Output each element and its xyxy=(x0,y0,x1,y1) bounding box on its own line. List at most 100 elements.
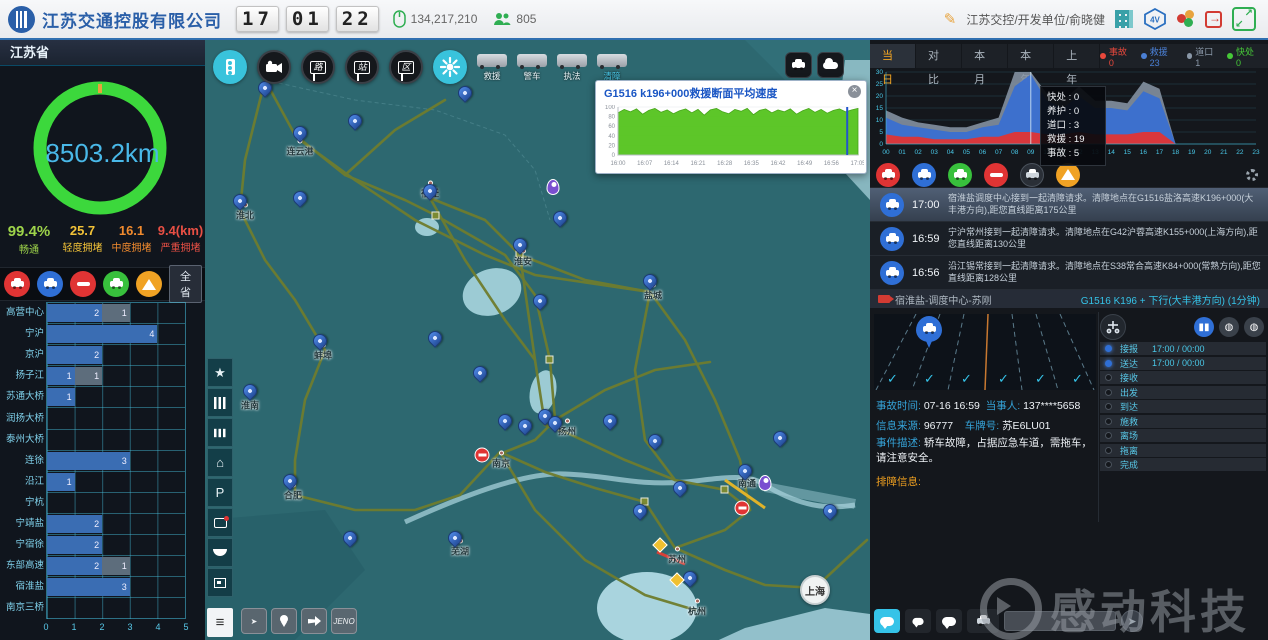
logout-icon[interactable] xyxy=(1205,11,1222,28)
bar-category-label: 南京三桥 xyxy=(0,597,44,618)
share-button[interactable] xyxy=(301,608,327,634)
bar-row: 2 xyxy=(47,535,185,556)
accident-filter-icon[interactable] xyxy=(4,271,30,297)
vehicle-message-button[interactable] xyxy=(967,609,999,633)
rescue-type-icon[interactable] xyxy=(912,163,936,187)
chat-button-active[interactable] xyxy=(874,609,900,633)
status-dots-icon[interactable] xyxy=(1177,10,1195,28)
map-city-label: 南京 xyxy=(492,451,510,470)
police-vehicle-toggle[interactable]: 警车 xyxy=(517,54,547,82)
timeline-step[interactable]: 接报17:00 / 00:00 xyxy=(1100,342,1266,355)
accident-type-icon[interactable] xyxy=(876,163,900,187)
svg-text:30: 30 xyxy=(876,69,884,76)
svg-text:02: 02 xyxy=(915,149,923,156)
edit-pen-icon[interactable]: ✎ xyxy=(944,10,957,28)
event-list-item[interactable]: 16:56沿江锡常接到一起清障请求。清障地点在S38常合高速K84+000(常熟… xyxy=(870,256,1268,290)
popup-close-icon[interactable]: × xyxy=(848,85,861,98)
tab-对比[interactable]: 对比 xyxy=(916,44,962,68)
dashboard-root: 江苏交通控股有限公司 170122 134,217,210 805 ✎ 江苏交控… xyxy=(0,0,1268,640)
rescue-vehicle-toggle[interactable]: 救援 xyxy=(477,54,507,82)
road-weather-button[interactable] xyxy=(785,52,812,78)
timeline-step[interactable]: 拖离 xyxy=(1100,444,1266,457)
svg-text:80: 80 xyxy=(608,115,615,121)
group-chat-button[interactable] xyxy=(905,609,931,633)
brand-button[interactable]: JENO xyxy=(331,608,357,634)
umbrella-button[interactable] xyxy=(207,538,233,567)
region-title: 江苏省 xyxy=(0,40,205,66)
shanghai-badge[interactable]: 上海 xyxy=(800,575,830,605)
congestion-stats: 99.4%畅通25.7轻度拥堵16.1中度拥堵9.4(km)严重拥堵 xyxy=(0,223,205,267)
timeline-step[interactable]: 接收 xyxy=(1100,371,1266,384)
construction-type-icon[interactable] xyxy=(1056,163,1080,187)
snapshot-button[interactable] xyxy=(207,568,233,597)
bar-row: 2 xyxy=(47,345,185,366)
closure-filter-icon[interactable] xyxy=(70,271,96,297)
fullscreen-icon[interactable]: ↗ ↙ xyxy=(1232,7,1256,31)
send-icon[interactable]: ➤ xyxy=(1121,610,1143,632)
stats-button[interactable] xyxy=(207,388,233,417)
dispatch-unit-icon[interactable]: ◍ xyxy=(1244,317,1264,337)
road-sign-layer-icon[interactable]: 路 xyxy=(301,50,335,84)
svg-text:5: 5 xyxy=(879,129,883,136)
map-canvas[interactable]: 连云港淮北宿迁淮安盐城蚌埠淮南合肥南京扬州南通苏州芜湖杭州 上海 路 站 区 xyxy=(205,40,870,640)
station-sign-layer-icon[interactable]: 站 xyxy=(345,50,379,84)
parking-button[interactable]: P xyxy=(207,478,233,507)
patrol-person-marker[interactable] xyxy=(759,475,772,491)
tab-本月[interactable]: 本月 xyxy=(962,44,1008,68)
svg-text:16:28: 16:28 xyxy=(717,161,733,167)
crane-icon[interactable] xyxy=(1100,314,1126,340)
road-closure-marker[interactable] xyxy=(475,448,490,463)
home-button[interactable]: ⌂ xyxy=(207,448,233,477)
svg-text:10: 10 xyxy=(876,117,884,124)
road-closure-marker[interactable] xyxy=(735,501,750,516)
closure-type-icon[interactable] xyxy=(984,163,1008,187)
timeline-step[interactable]: 出发 xyxy=(1100,386,1266,399)
timeline-step[interactable]: 到达 xyxy=(1100,400,1266,413)
tab-当日[interactable]: 当日 xyxy=(870,44,916,68)
construction-filter-icon[interactable] xyxy=(136,271,162,297)
timeline-step[interactable]: 完成 xyxy=(1100,458,1266,471)
congestion-type-icon[interactable] xyxy=(1020,163,1044,187)
timeline-step[interactable]: 离场 xyxy=(1100,429,1266,442)
province-filter-button[interactable]: 全省 xyxy=(169,265,202,303)
event-list-item[interactable]: 16:59宁沪常州接到一起清障请求。清障地点在G42沪蓉高速K155+000(上… xyxy=(870,222,1268,256)
bar-row: 1 xyxy=(47,472,185,493)
dispatch-unit-icon-active[interactable]: ▮▮ xyxy=(1194,317,1214,337)
hexagon-4v-icon[interactable]: 4V xyxy=(1143,8,1167,30)
monitor-button[interactable] xyxy=(207,508,233,537)
dispatch-unit-icon[interactable]: ◍ xyxy=(1219,317,1239,337)
patrol-person-marker[interactable] xyxy=(547,179,560,195)
camera-layer-icon[interactable] xyxy=(257,50,291,84)
analytics-button[interactable] xyxy=(207,418,233,447)
zone-sign-layer-icon[interactable]: 区 xyxy=(389,50,423,84)
traffic-light-layer-icon[interactable] xyxy=(213,50,247,84)
towing-vehicle-toggle[interactable]: 清障 xyxy=(597,54,627,82)
patrol-type-icon[interactable] xyxy=(948,163,972,187)
favorites-button[interactable]: ★ xyxy=(207,358,233,387)
online-count: 805 xyxy=(516,12,536,26)
enforcement-vehicle-toggle[interactable]: 执法 xyxy=(557,54,587,82)
message-button[interactable] xyxy=(936,609,962,633)
camera-name[interactable]: 宿淮盐-调度中心-苏刚 xyxy=(895,292,992,307)
event-filter-bar: 全省 xyxy=(0,267,205,301)
patrol-filter-icon[interactable] xyxy=(103,271,129,297)
timeline-step[interactable]: 施救 xyxy=(1100,415,1266,428)
locate-button[interactable] xyxy=(271,608,297,634)
tab-本年[interactable]: 本年 xyxy=(1008,44,1054,68)
chat-input[interactable] xyxy=(1004,611,1116,631)
bar-row xyxy=(47,430,185,451)
bar-category-label: 宁沪 xyxy=(0,323,44,344)
grid-apps-icon[interactable] xyxy=(1115,10,1133,28)
weather-layer-icon[interactable] xyxy=(433,50,467,84)
timeline-step[interactable]: 送达17:00 / 00:00 xyxy=(1100,357,1266,370)
menu-button[interactable]: ≡ xyxy=(207,608,233,637)
tab-上年[interactable]: 上年 xyxy=(1054,44,1100,68)
svg-text:03: 03 xyxy=(931,149,939,156)
cloud-weather-button[interactable] xyxy=(817,52,844,78)
rescue-filter-icon[interactable] xyxy=(37,271,63,297)
settings-gear-icon[interactable] xyxy=(1246,169,1258,181)
bar-row: 1 xyxy=(47,387,185,408)
event-list-item[interactable]: 17:00宿淮盐调度中心接到一起清障请求。清障地点在G1516盐洛高速K196+… xyxy=(870,188,1268,222)
navigate-button[interactable]: ➤ xyxy=(241,608,267,634)
x-axis-tick: 4 xyxy=(155,622,160,632)
